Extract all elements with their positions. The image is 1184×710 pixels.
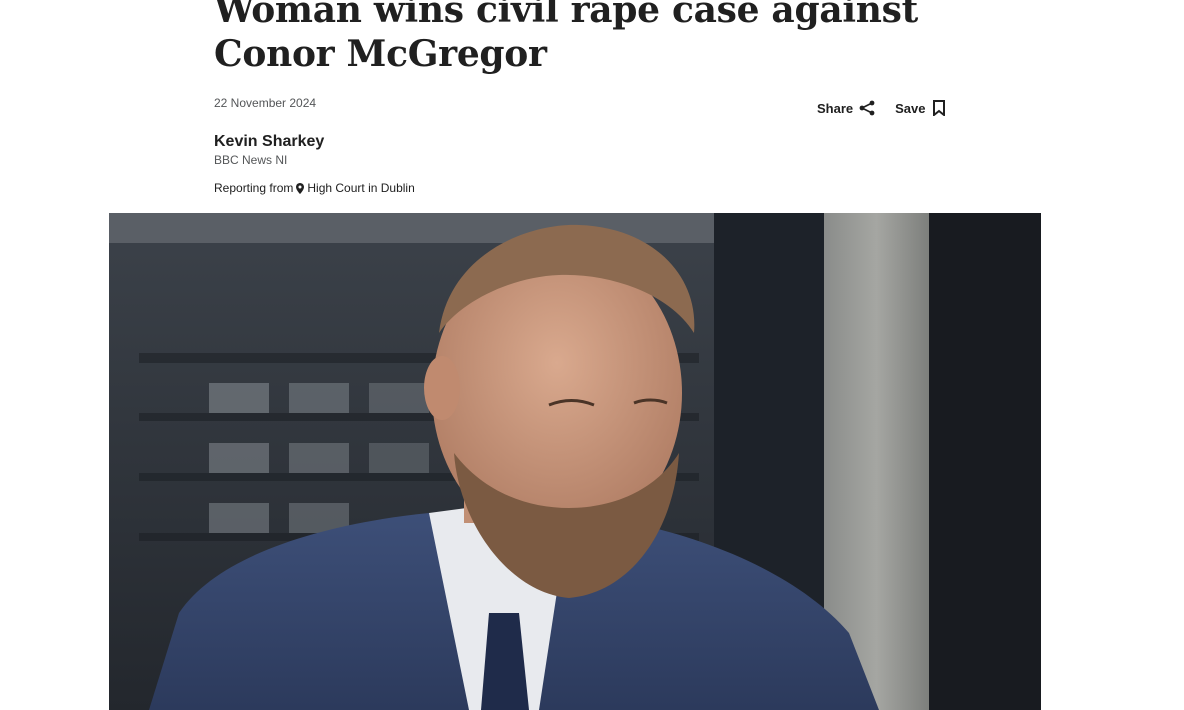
share-label: Share	[817, 100, 854, 116]
author-name: Kevin Sharkey	[214, 133, 325, 150]
article-actions: Share Save	[817, 100, 946, 116]
bookmark-icon	[932, 100, 946, 116]
publish-date: 22 November 2024	[214, 96, 317, 110]
article-page: Woman wins civil rape case against Conor…	[0, 0, 1184, 710]
byline: Kevin Sharkey BBC News NI	[214, 132, 324, 168]
save-button[interactable]: Save	[895, 100, 945, 116]
hero-image	[109, 213, 1041, 710]
author-organisation: BBC News NI	[214, 153, 288, 167]
share-icon	[859, 100, 875, 116]
share-button[interactable]: Share	[817, 100, 875, 116]
reporting-location-name: High Court in Dublin	[307, 181, 415, 195]
article-headline: Woman wins civil rape case against Conor…	[214, 0, 918, 75]
reporting-prefix: Reporting from	[214, 181, 294, 195]
save-label: Save	[895, 100, 926, 116]
reporting-location: Reporting from High Court in Dublin	[214, 181, 415, 195]
location-pin-icon	[296, 182, 305, 194]
